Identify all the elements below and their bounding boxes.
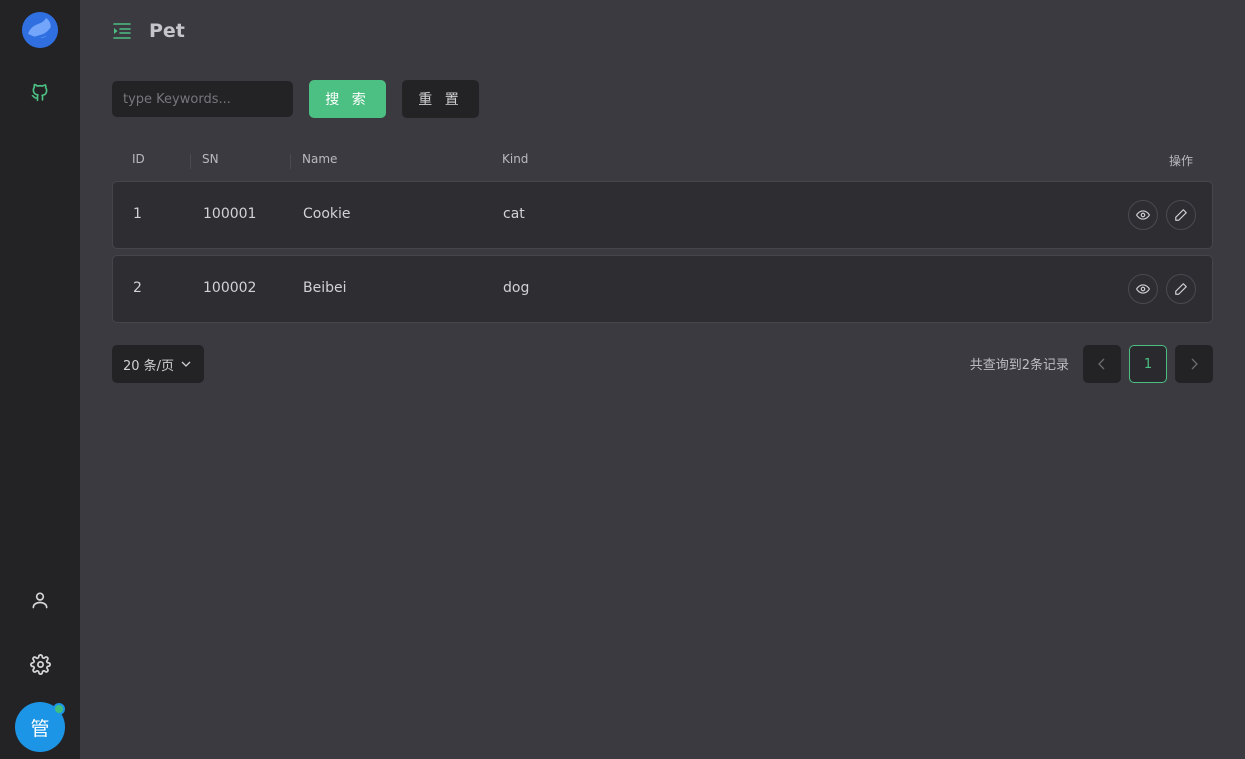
eye-icon <box>1136 210 1150 220</box>
cell-kind: cat <box>503 206 525 222</box>
pencil-icon <box>1175 283 1187 295</box>
eye-icon <box>1136 284 1150 294</box>
row-actions <box>1128 274 1196 304</box>
online-status-dot <box>53 703 65 715</box>
avatar[interactable]: 管 <box>15 702 65 752</box>
sidebar: 管 <box>0 0 80 759</box>
logo-icon <box>22 12 58 48</box>
pencil-icon <box>1175 209 1187 221</box>
cell-name: Beibei <box>303 280 347 296</box>
page-title: Pet <box>149 20 185 42</box>
total-records: 共查询到2条记录 <box>969 358 1069 373</box>
avatar-text: 管 <box>30 717 50 740</box>
table-row: 2 100002 Beibei dog <box>112 255 1213 323</box>
header: Pet <box>112 18 185 44</box>
logo[interactable] <box>22 12 58 48</box>
search-input[interactable] <box>112 81 293 117</box>
cell-kind: dog <box>503 280 530 296</box>
column-divider <box>190 154 191 169</box>
cell-id: 2 <box>133 280 142 296</box>
page-number-button[interactable]: 1 <box>1129 345 1167 383</box>
edit-button[interactable] <box>1166 200 1196 230</box>
column-header-kind: Kind <box>502 152 529 166</box>
row-actions <box>1128 200 1196 230</box>
chevron-down-icon <box>181 361 191 367</box>
view-button[interactable] <box>1128 274 1158 304</box>
edit-button[interactable] <box>1166 274 1196 304</box>
main-content: Pet 搜 索 重 置 ID SN Name Kind 操作 1 100001 … <box>80 0 1245 759</box>
menu-toggle-icon[interactable] <box>112 21 132 41</box>
settings-icon[interactable] <box>28 652 52 676</box>
github-icon[interactable] <box>28 80 52 104</box>
cell-id: 1 <box>133 206 142 222</box>
page-size-select[interactable]: 20 条/页 <box>112 345 204 383</box>
chevron-left-icon <box>1098 358 1105 370</box>
chevron-right-icon <box>1191 358 1198 370</box>
cell-name: Cookie <box>303 206 351 222</box>
table-header: ID SN Name Kind 操作 <box>112 152 1213 172</box>
reset-button[interactable]: 重 置 <box>402 80 479 118</box>
prev-page-button[interactable] <box>1083 345 1121 383</box>
search-button[interactable]: 搜 索 <box>309 80 386 118</box>
column-header-sn: SN <box>202 152 219 166</box>
next-page-button[interactable] <box>1175 345 1213 383</box>
cell-sn: 100002 <box>203 280 257 296</box>
page-size-value: 20 条/页 <box>123 358 175 374</box>
column-header-actions: 操作 <box>1168 154 1193 168</box>
view-button[interactable] <box>1128 200 1158 230</box>
column-divider <box>290 154 291 169</box>
column-header-id: ID <box>132 152 145 166</box>
user-icon[interactable] <box>28 588 52 612</box>
column-header-name: Name <box>302 152 338 166</box>
table-row: 1 100001 Cookie cat <box>112 181 1213 249</box>
cell-sn: 100001 <box>203 206 257 222</box>
